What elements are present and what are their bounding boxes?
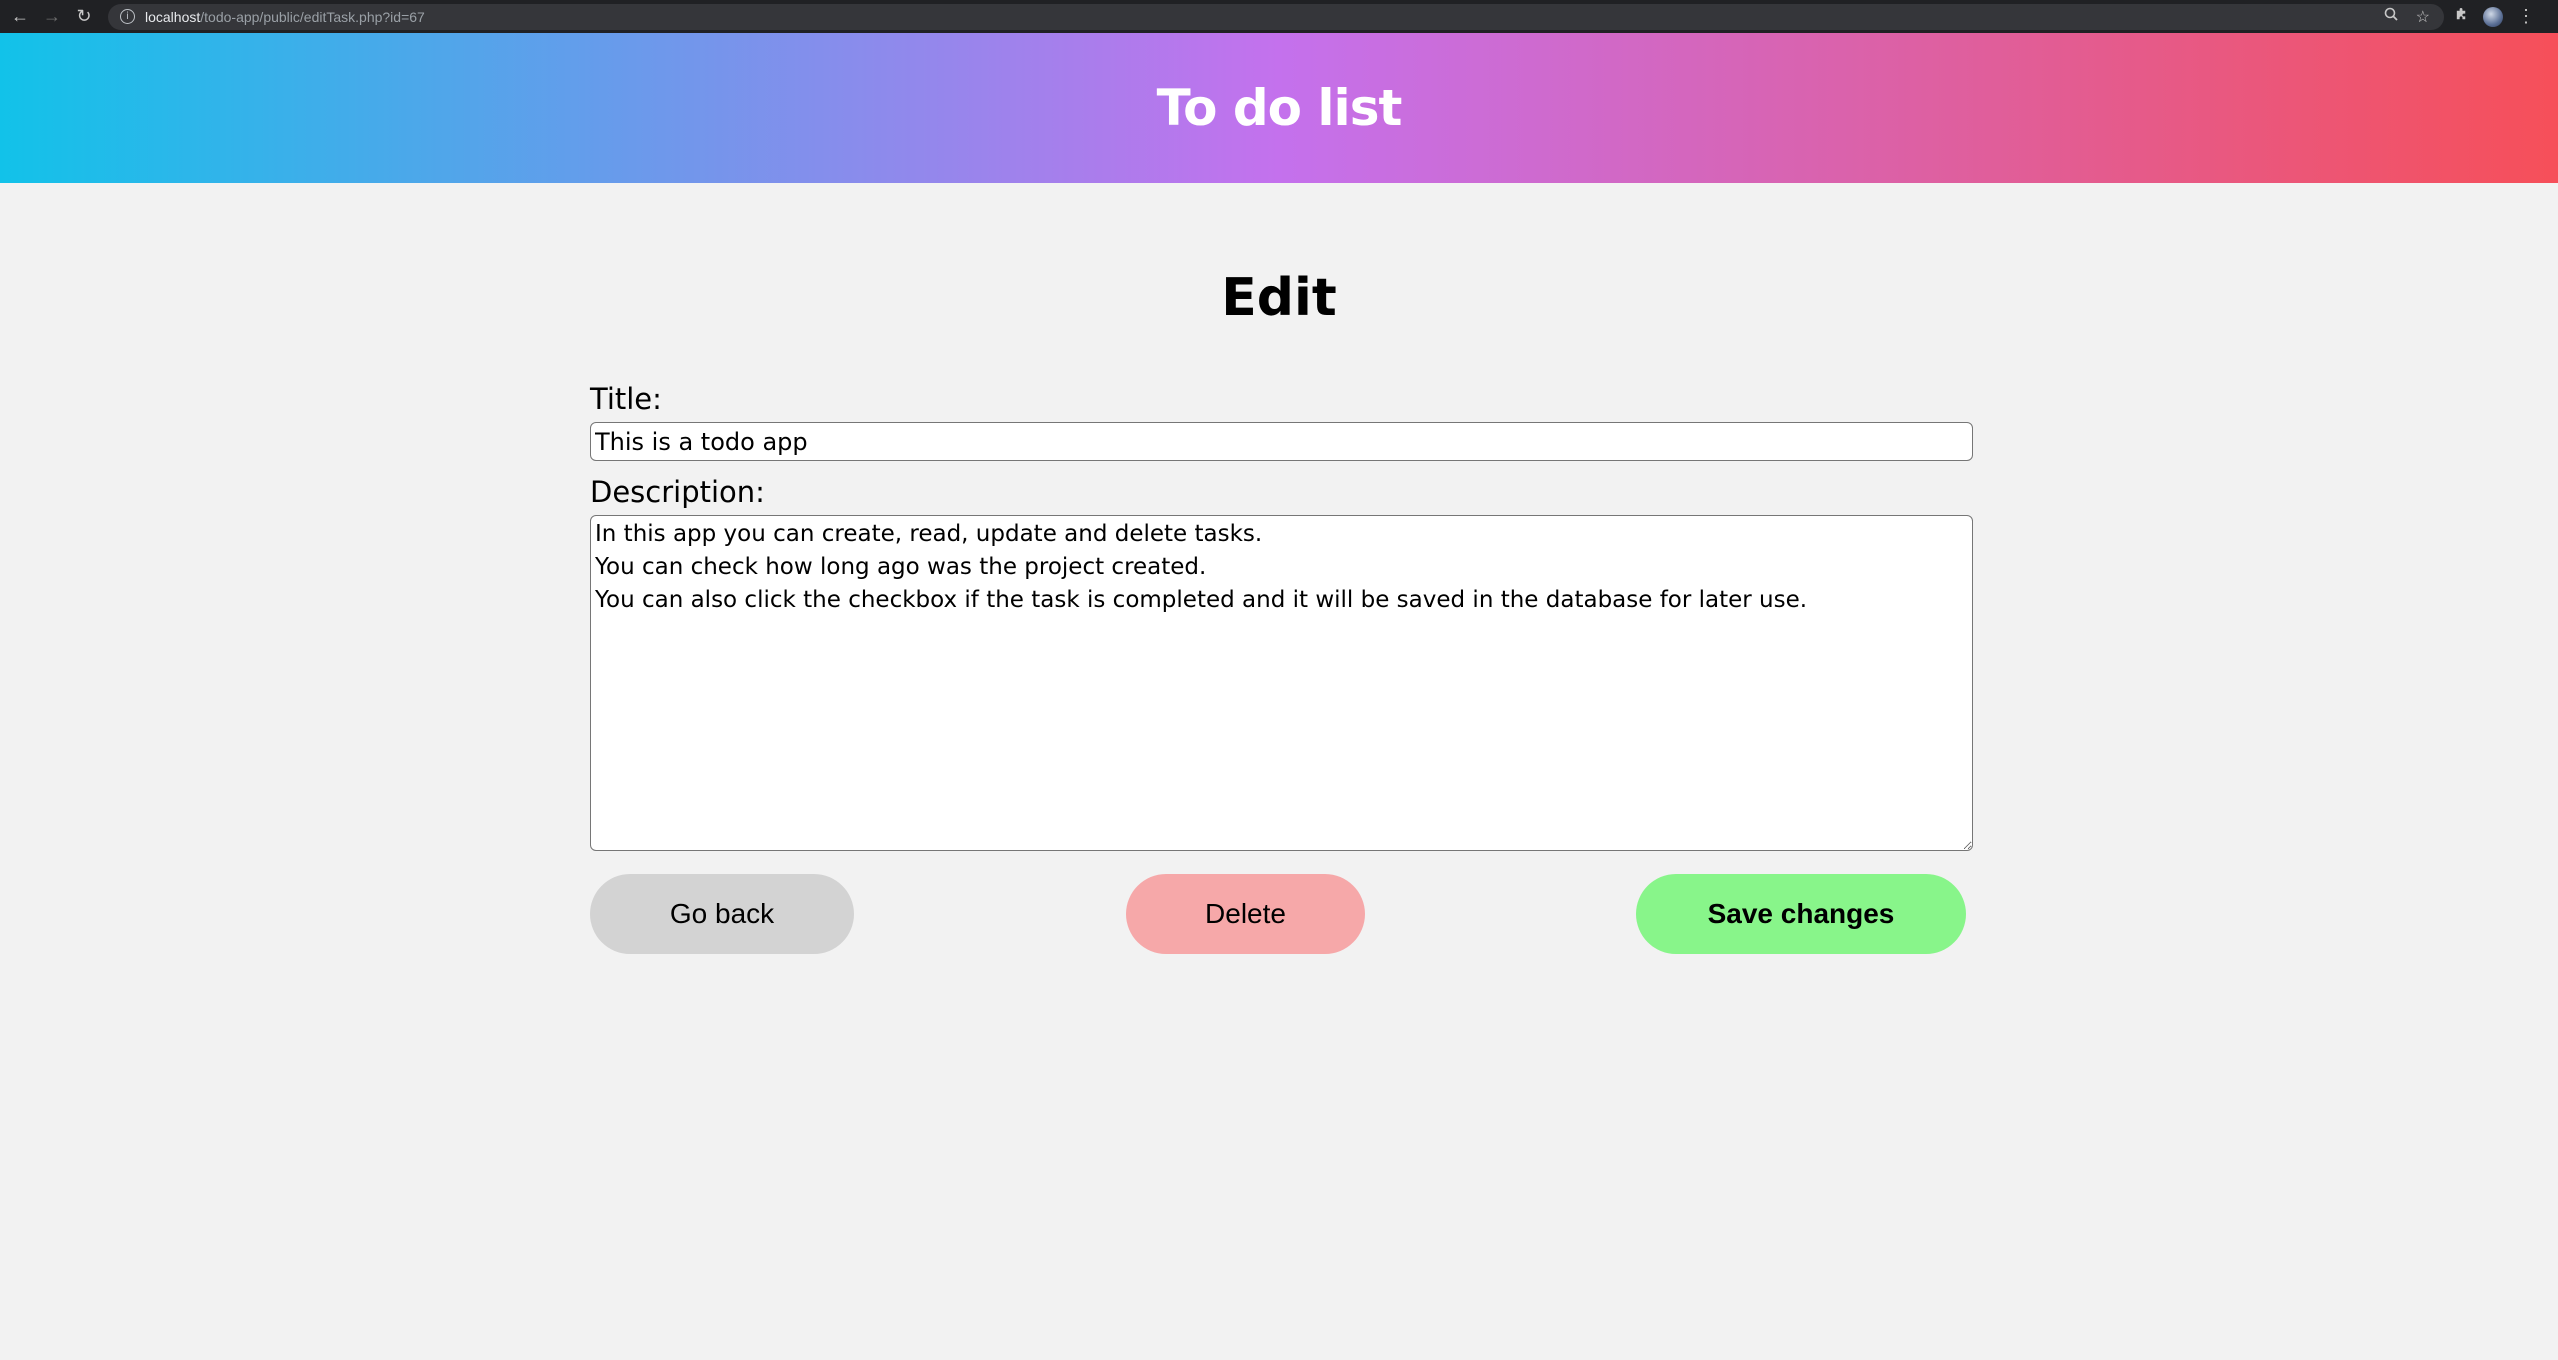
reload-icon[interactable]: ↻ <box>68 1 100 33</box>
go-back-button[interactable]: Go back <box>590 874 854 954</box>
bookmark-star-icon[interactable]: ☆ <box>2416 7 2430 27</box>
delete-button[interactable]: Delete <box>1126 874 1365 954</box>
title-input[interactable] <box>590 422 1973 461</box>
browser-toolbar: ← → ↻ i localhost/todo-app/public/editTa… <box>0 0 2558 33</box>
app-header: To do list <box>0 33 2558 183</box>
forward-arrow-icon[interactable]: → <box>36 1 68 33</box>
save-changes-button[interactable]: Save changes <box>1636 874 1966 954</box>
description-label: Description: <box>590 475 765 509</box>
action-buttons: Go back Delete Save changes <box>590 874 1973 954</box>
back-arrow-icon[interactable]: ← <box>4 1 36 33</box>
page-heading: Edit <box>1221 268 1337 328</box>
browser-menu-icon[interactable]: ⋮ <box>2517 6 2535 27</box>
edit-task-form: Title: Description: In this app you can … <box>590 382 1973 855</box>
extensions-puzzle-icon[interactable] <box>2454 7 2469 27</box>
zoom-icon[interactable] <box>2384 7 2398 26</box>
address-bar[interactable]: i localhost/todo-app/public/editTask.php… <box>108 3 2444 30</box>
profile-avatar[interactable] <box>2483 6 2503 27</box>
app-title: To do list <box>1156 79 1403 137</box>
description-textarea[interactable]: In this app you can create, read, update… <box>590 515 1973 851</box>
url-host: localhost <box>145 8 201 25</box>
info-icon[interactable]: i <box>120 9 135 24</box>
url-path: /todo-app/public/editTask.php?id=67 <box>200 8 425 25</box>
title-label: Title: <box>590 382 662 416</box>
